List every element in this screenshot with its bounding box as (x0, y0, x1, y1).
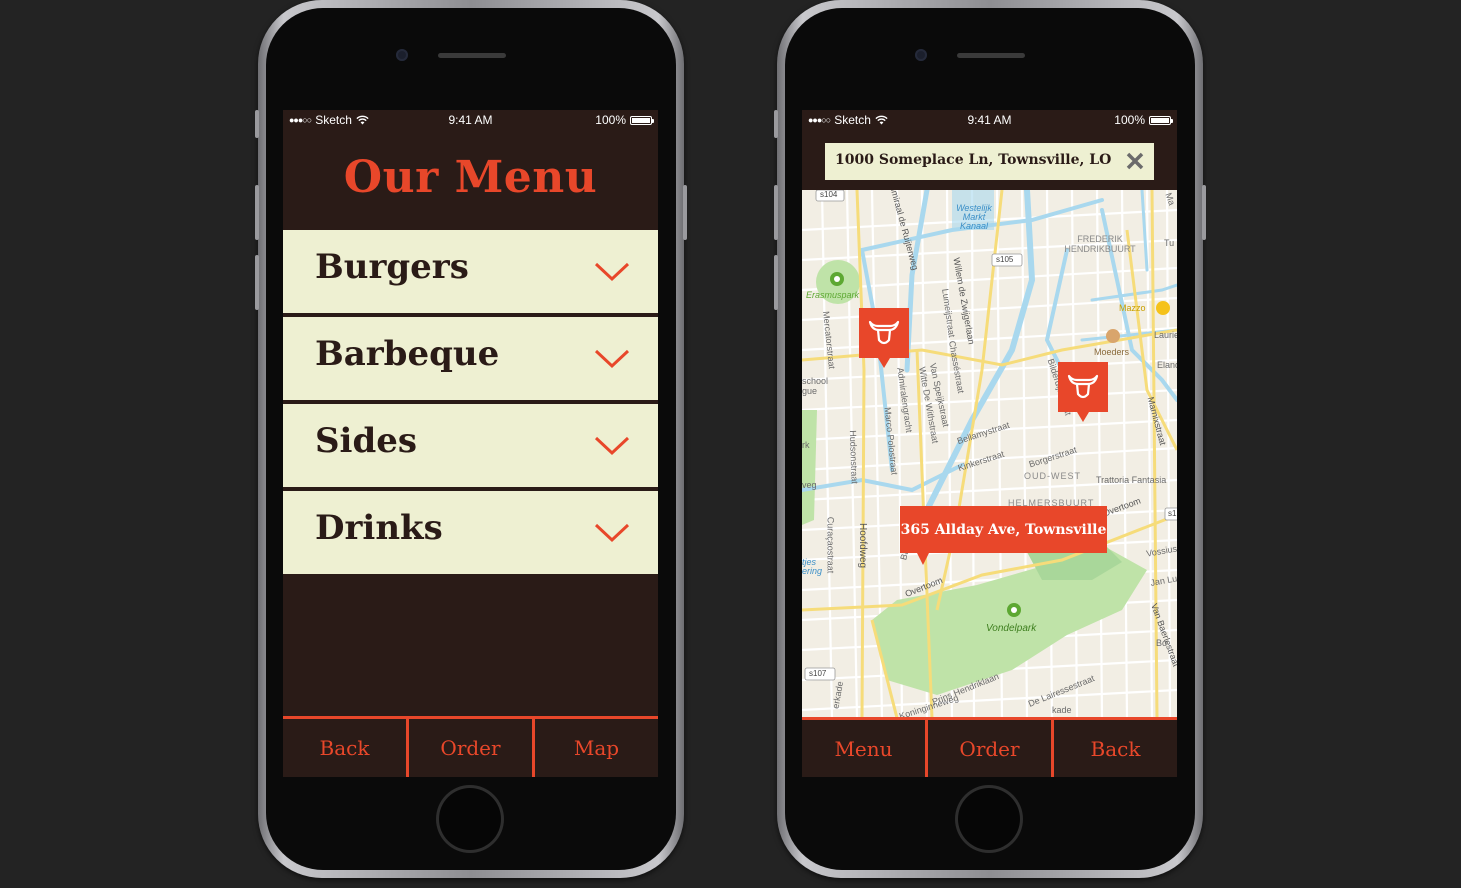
menu-screen: ●●●○○ Sketch 9:41 AM 100% Our Menu Burge… (283, 110, 658, 777)
map-label-oudwest: OUD-WEST (1024, 471, 1081, 481)
map-label-gue: gue (802, 386, 818, 396)
map-label-kade: kade (1052, 705, 1072, 715)
camera-icon (396, 49, 408, 61)
tab-map[interactable]: Map (532, 719, 658, 777)
menu-item-drinks[interactable]: Drinks (283, 491, 658, 574)
menu-item-label: Drinks (315, 508, 443, 548)
battery-icon (630, 115, 654, 125)
location-callout[interactable]: 365 Allday Ave, Townsville (900, 506, 1107, 565)
battery-icon (1149, 115, 1173, 125)
map-label-tu: Tu (1164, 238, 1175, 248)
map-label-hudson: Hudsonstraat (847, 430, 860, 484)
bottom-tab-bar: Back Order Map (283, 716, 658, 777)
map-label-lauriergracht: Lauriergracht (1154, 330, 1177, 340)
road-badge: s104 (820, 190, 838, 199)
restaurant-pin[interactable] (859, 308, 909, 368)
phone-frame-map: ●●●○○ Sketch 9:41 AM 100% 1000 Someplace… (774, 0, 1206, 878)
map-label-erasmuspark: Erasmuspark (806, 290, 860, 300)
power-button (1202, 185, 1206, 240)
address-search-field[interactable]: 1000 Someplace Ln, Townsville, LO (825, 143, 1154, 180)
menu-item-sides[interactable]: Sides (283, 404, 658, 487)
tab-menu[interactable]: Menu (802, 720, 925, 777)
battery-percent: 100% (595, 113, 626, 127)
map-label-bo: Bo (1156, 638, 1168, 648)
road-badge: s105 (996, 255, 1014, 264)
power-button (683, 185, 687, 240)
map-label-mazzo: Mazzo (1119, 303, 1146, 313)
camera-icon (915, 49, 927, 61)
volume-button (774, 110, 778, 138)
speaker-grille (957, 53, 1025, 58)
map-label-vondelpark: Vondelpark (986, 623, 1037, 634)
tab-order[interactable]: Order (406, 719, 532, 777)
status-bar: ●●●○○ Sketch 9:41 AM 100% (283, 110, 658, 130)
menu-item-label: Burgers (315, 247, 469, 287)
battery-percent: 100% (1114, 113, 1145, 127)
map-label-elands: Elandsgracht (1157, 360, 1177, 370)
map-label-rk: rk (802, 440, 810, 450)
map-view[interactable]: s104 s105 s107 s1 Westelijk Markt Kanaal… (802, 190, 1177, 718)
map-label-veg: veg (802, 480, 817, 490)
bottom-tab-bar: Menu Order Back (802, 717, 1177, 777)
home-button[interactable] (439, 788, 501, 850)
chevron-down-icon (594, 262, 630, 282)
address-text: 1000 Someplace Ln, Townsville, LO (835, 152, 1112, 168)
volume-button (255, 185, 259, 240)
status-bar: ●●●○○ Sketch 9:41 AM 100% (802, 110, 1177, 130)
volume-button (255, 255, 259, 310)
map-label-frederik: FREDERIK HENDRIKBUURT (1064, 234, 1136, 254)
close-icon[interactable] (1124, 150, 1146, 172)
menu-item-burgers[interactable]: Burgers (283, 230, 658, 313)
tab-back[interactable]: Back (283, 719, 406, 777)
bull-icon (1067, 374, 1099, 399)
bull-icon (868, 320, 900, 345)
chevron-down-icon (594, 436, 630, 456)
map-label-tjes: tjes ering (802, 557, 823, 576)
chevron-down-icon (594, 349, 630, 369)
speaker-grille (438, 53, 506, 58)
restaurant-pin[interactable] (1058, 362, 1108, 422)
tab-order[interactable]: Order (925, 720, 1051, 777)
road-badge: s1 (1168, 509, 1177, 518)
map-label-moeders: Moeders (1094, 347, 1130, 357)
volume-button (255, 110, 259, 138)
map-screen: ●●●○○ Sketch 9:41 AM 100% 1000 Someplace… (802, 110, 1177, 777)
menu-item-barbeque[interactable]: Barbeque (283, 317, 658, 400)
volume-button (774, 255, 778, 310)
map-label-school: school (802, 376, 829, 386)
map-label-hoofdweg: Hoofdweg (857, 522, 869, 569)
volume-button (774, 185, 778, 240)
road-badge: s107 (809, 669, 827, 678)
chevron-down-icon (594, 523, 630, 543)
map-label-trattoria: Trattoria Fantasia (1096, 475, 1167, 485)
page-title: Our Menu (343, 152, 598, 203)
tab-back[interactable]: Back (1051, 720, 1177, 777)
home-button[interactable] (958, 788, 1020, 850)
map-label-westelijk: Westelijk Markt Kanaal (956, 203, 992, 231)
menu-item-label: Sides (315, 421, 418, 461)
phone-frame-menu: ●●●○○ Sketch 9:41 AM 100% Our Menu Burge… (255, 0, 687, 878)
menu-item-label: Barbeque (315, 334, 500, 374)
